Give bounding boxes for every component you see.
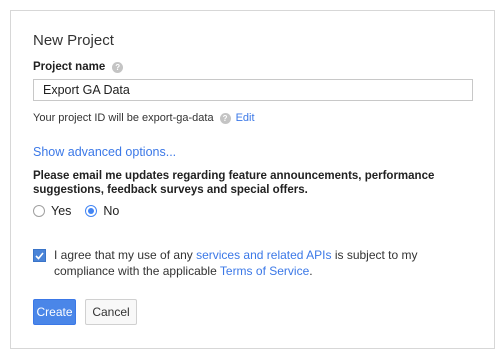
radio-no[interactable]	[85, 205, 98, 217]
project-id-row: Your project ID will be export-ga-data ?…	[33, 112, 255, 124]
create-button[interactable]: Create	[33, 299, 76, 325]
new-project-dialog: New Project Project name ? Your project …	[10, 10, 495, 349]
checkmark-icon	[35, 251, 44, 260]
project-name-label-row: Project name ?	[33, 61, 124, 73]
radio-option-yes[interactable]: Yes	[33, 204, 71, 218]
email-updates-radio-group: Yes No	[33, 204, 133, 218]
help-icon[interactable]: ?	[112, 61, 124, 73]
cancel-button[interactable]: Cancel	[85, 299, 137, 325]
dialog-buttons: Create Cancel	[33, 299, 137, 325]
edit-project-id-link[interactable]: Edit	[236, 112, 255, 124]
radio-no-label: No	[103, 204, 120, 218]
agree-text-after: .	[309, 264, 313, 278]
radio-yes-label: Yes	[51, 204, 72, 218]
radio-yes[interactable]	[33, 205, 45, 217]
project-name-label: Project name	[33, 61, 106, 73]
email-updates-question: Please email me updates regarding featur…	[33, 170, 435, 196]
terms-agreement: I agree that my use of any services and …	[33, 247, 454, 279]
help-icon[interactable]: ?	[219, 112, 231, 124]
show-advanced-options-link[interactable]: Show advanced options...	[33, 145, 176, 159]
agree-text-before: I agree that my use of any	[54, 248, 197, 262]
agree-checkbox[interactable]	[33, 249, 46, 262]
services-apis-link[interactable]: services and related APIs	[196, 248, 331, 262]
project-id-text: Your project ID will be export-ga-data	[33, 112, 214, 124]
terms-of-service-link[interactable]: Terms of Service	[220, 264, 309, 278]
radio-option-no[interactable]: No	[85, 204, 119, 218]
project-name-input[interactable]	[33, 79, 473, 101]
agree-text: I agree that my use of any services and …	[54, 247, 454, 279]
dialog-title: New Project	[33, 32, 114, 49]
